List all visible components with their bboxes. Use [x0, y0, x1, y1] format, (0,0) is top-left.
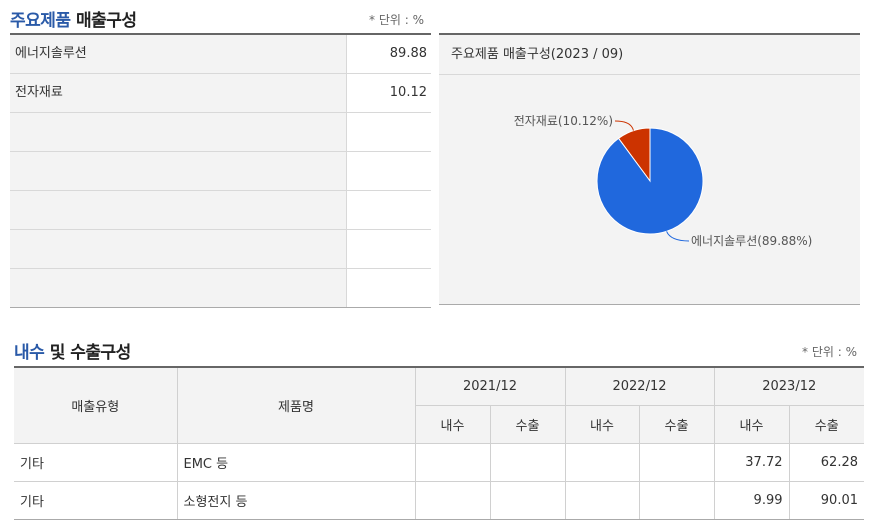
pie-chart: 에너지솔루션(89.88%) 전자재료(10.12%) — [514, 114, 813, 248]
value-cell: 37.72 — [713, 443, 790, 482]
header-row: 매출유형 제품명 2021/12 2022/12 2023/12 — [14, 366, 864, 444]
main-products-table: 에너지솔루션 89.88 전자재료 10.12 — [10, 33, 431, 308]
main-products-unit: * 단위 : % — [369, 13, 424, 27]
main-products-title-highlight: 주요제품 — [10, 11, 71, 31]
table-row: 전자재료 10.12 — [10, 74, 431, 113]
value-cell — [414, 481, 491, 520]
table-row — [10, 191, 431, 230]
product-share — [347, 269, 431, 307]
product-name — [10, 269, 347, 307]
product-cell: EMC 등 — [176, 443, 416, 482]
product-share — [347, 152, 431, 190]
pie-leader-line — [666, 231, 690, 242]
chart-title: 주요제품 매출구성(2023 / 09) — [439, 35, 860, 75]
product-name: 에너지솔루션 — [10, 35, 347, 73]
table-row — [10, 269, 431, 308]
product-share: 10.12 — [347, 74, 431, 112]
domestic-export-table: 매출유형 제품명 2021/12 2022/12 2023/12 내수 수출 내… — [14, 366, 864, 520]
domestic-export-title-rest: 및 수출구성 — [49, 343, 132, 363]
product-name: 전자재료 — [10, 74, 347, 112]
product-share — [347, 230, 431, 268]
value-cell: 9.99 — [713, 481, 790, 520]
col-domestic: 내수 — [415, 405, 491, 444]
main-products-title: 주요제품 매출구성 — [10, 6, 137, 31]
product-name — [10, 152, 347, 190]
product-cell: 소형전지 등 — [176, 481, 416, 520]
col-export: 수출 — [489, 405, 566, 444]
pie-slice — [596, 127, 704, 235]
col-export: 수출 — [638, 405, 715, 444]
value-cell — [489, 443, 566, 482]
col-year: 2023/12 — [713, 366, 864, 406]
col-product: 제품명 — [176, 366, 416, 444]
col-domestic: 내수 — [564, 405, 640, 444]
product-share — [347, 191, 431, 229]
table-row: 에너지솔루션 89.88 — [10, 35, 431, 74]
pie-label: 에너지솔루션(89.88%) — [691, 234, 812, 248]
value-cell — [489, 481, 566, 520]
sales-type-cell: 기타 — [14, 481, 178, 520]
product-name — [10, 191, 347, 229]
col-export: 수출 — [788, 405, 864, 444]
table-row: 기타 EMC 등 37.72 62.28 — [14, 443, 864, 482]
table-row — [10, 152, 431, 191]
value-cell — [564, 481, 640, 520]
product-share: 89.88 — [347, 35, 431, 73]
domestic-export-unit: * 단위 : % — [802, 345, 857, 359]
sales-type-cell: 기타 — [14, 443, 178, 482]
domestic-export-title-highlight: 내수 — [14, 343, 45, 363]
value-cell — [638, 481, 715, 520]
value-cell — [414, 443, 491, 482]
pie-leader-line — [614, 120, 634, 131]
product-share — [347, 113, 431, 151]
col-year: 2021/12 — [414, 366, 566, 406]
table-row — [10, 230, 431, 269]
table-row: 기타 소형전지 등 9.99 90.01 — [14, 481, 864, 520]
product-name — [10, 113, 347, 151]
pie-label: 전자재료(10.12%) — [514, 114, 613, 128]
chart-panel: 주요제품 매출구성(2023 / 09) 에너지솔루션(89.88%) 전자재료(… — [439, 33, 860, 305]
col-sales-type: 매출유형 — [14, 366, 178, 444]
value-cell — [638, 443, 715, 482]
value-cell: 62.28 — [788, 443, 864, 482]
value-cell — [564, 443, 640, 482]
main-products-title-rest: 매출구성 — [75, 11, 137, 31]
domestic-export-title: 내수 및 수출구성 — [14, 338, 131, 363]
col-year: 2022/12 — [564, 366, 715, 406]
col-domestic: 내수 — [713, 405, 790, 444]
value-cell: 90.01 — [788, 481, 864, 520]
table-row — [10, 113, 431, 152]
product-name — [10, 230, 347, 268]
